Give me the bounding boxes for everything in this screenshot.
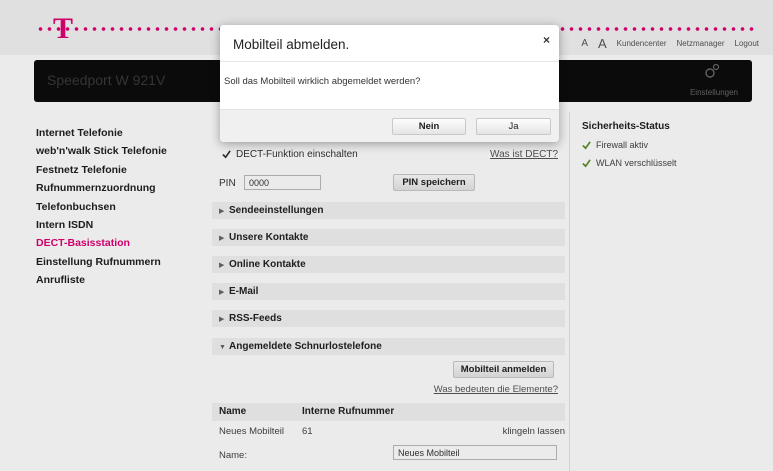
yes-button[interactable]: Ja bbox=[476, 118, 551, 135]
dialog-title: Mobilteil abmelden. bbox=[233, 37, 350, 52]
unregister-handset-dialog: Mobilteil abmelden. × Soll das Mobilteil… bbox=[220, 25, 559, 142]
dialog-footer: Nein Ja bbox=[220, 109, 559, 142]
dialog-body: Soll das Mobilteil wirklich abgemeldet w… bbox=[220, 62, 559, 109]
dialog-message: Soll das Mobilteil wirklich abgemeldet w… bbox=[224, 76, 421, 87]
no-button[interactable]: Nein bbox=[392, 118, 466, 135]
page: T A A Kundencenter Netzmanager Logout Sp… bbox=[0, 0, 773, 471]
close-icon[interactable]: × bbox=[543, 33, 550, 47]
dialog-header: Mobilteil abmelden. × bbox=[220, 25, 559, 62]
